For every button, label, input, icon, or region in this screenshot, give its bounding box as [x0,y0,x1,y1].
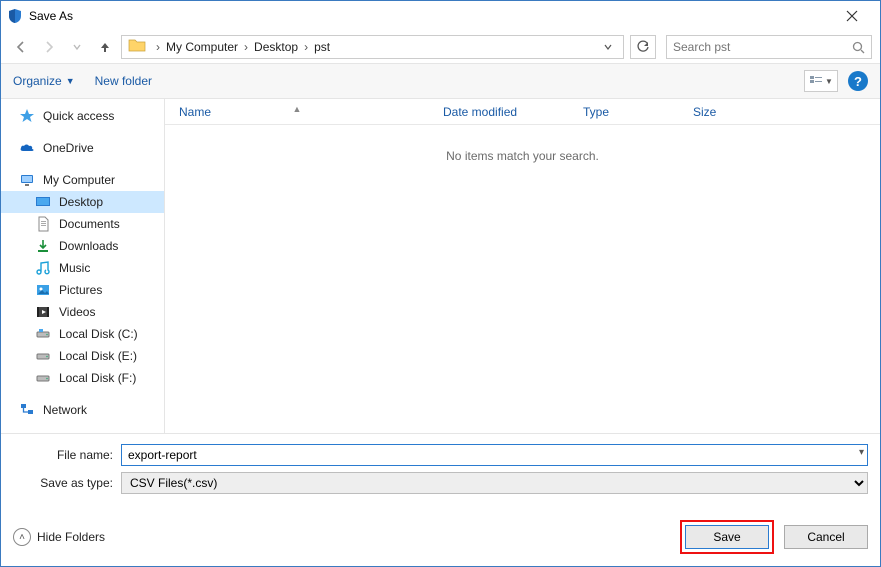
drive-icon [35,348,51,364]
footer: ˄ Hide Folders Save Cancel [1,506,880,566]
back-button[interactable] [9,35,33,59]
sidebar-label: OneDrive [43,141,94,155]
search-input[interactable] [673,40,852,54]
sidebar-label: Local Disk (C:) [59,327,138,341]
sidebar-label: Music [59,261,90,275]
column-headers: ▲ Name Date modified Type Size [165,99,880,125]
chevron-up-icon: ˄ [13,528,31,546]
sidebar-label: Local Disk (E:) [59,349,137,363]
crumb-mycomputer[interactable]: My Computer [164,40,240,54]
music-icon [35,260,51,276]
saveastype-select[interactable]: CSV Files(*.csv) [121,472,868,494]
forward-button[interactable] [37,35,61,59]
chevron-down-icon: ▼ [66,76,75,86]
sidebar-disk-c[interactable]: Local Disk (C:) [1,323,164,345]
help-button[interactable]: ? [848,71,868,91]
cancel-button[interactable]: Cancel [784,525,868,549]
chevron-right-icon[interactable]: › [300,40,312,54]
saveastype-label: Save as type: [13,476,121,490]
hide-folders-button[interactable]: ˄ Hide Folders [13,528,105,546]
sidebar-disk-f[interactable]: Local Disk (F:) [1,367,164,389]
view-options-button[interactable]: ▼ [804,70,838,92]
empty-message: No items match your search. [165,125,880,433]
drive-icon [35,370,51,386]
filename-label: File name: [13,448,121,462]
close-button[interactable] [830,2,874,30]
nav-row: › My Computer › Desktop › pst [1,31,880,63]
sidebar-quick-access[interactable]: Quick access [1,105,164,127]
titlebar: Save As [1,1,880,31]
toolbar: Organize ▼ New folder ▼ ? [1,63,880,99]
sidebar-mycomputer[interactable]: My Computer [1,169,164,191]
sidebar-label: Downloads [59,239,118,253]
sidebar-desktop[interactable]: Desktop [1,191,164,213]
sidebar-label: Desktop [59,195,103,209]
sort-asc-icon: ▲ [293,104,302,114]
new-folder-button[interactable]: New folder [95,74,152,88]
cloud-icon [19,140,35,156]
folder-icon [128,37,148,57]
col-date[interactable]: Date modified [429,105,569,119]
sidebar-label: Local Disk (F:) [59,371,136,385]
monitor-icon [19,172,35,188]
sidebar-music[interactable]: Music [1,257,164,279]
star-icon [19,108,35,124]
sidebar-pictures[interactable]: Pictures [1,279,164,301]
sidebar-label: Documents [59,217,120,231]
address-bar[interactable]: › My Computer › Desktop › pst [121,35,624,59]
sidebar-network[interactable]: Network [1,399,164,421]
sidebar-documents[interactable]: Documents [1,213,164,235]
chevron-right-icon[interactable]: › [152,40,164,54]
refresh-button[interactable] [630,35,656,59]
recent-dropdown[interactable] [65,35,89,59]
sidebar-onedrive[interactable]: OneDrive [1,137,164,159]
filename-input[interactable] [121,444,868,466]
crumb-pst[interactable]: pst [312,40,332,54]
save-as-dialog: Save As › My Computer › Desktop › pst [0,0,881,567]
document-icon [35,216,51,232]
sidebar-label: Quick access [43,109,114,123]
organize-label: Organize [13,74,62,88]
up-button[interactable] [93,35,117,59]
search-box[interactable] [666,35,872,59]
sidebar-label: Pictures [59,283,102,297]
save-button[interactable]: Save [685,525,769,549]
sidebar-label: Videos [59,305,95,319]
drive-icon [35,326,51,342]
col-name[interactable]: ▲ Name [165,105,429,119]
file-list-area: ▲ Name Date modified Type Size No items … [165,99,880,433]
sidebar-videos[interactable]: Videos [1,301,164,323]
download-icon [35,238,51,254]
col-size[interactable]: Size [679,105,759,119]
pictures-icon [35,282,51,298]
sidebar-disk-e[interactable]: Local Disk (E:) [1,345,164,367]
sidebar-label: My Computer [43,173,115,187]
window-title: Save As [29,9,830,23]
save-highlight: Save [680,520,774,554]
hide-folders-label: Hide Folders [37,530,105,544]
sidebar-label: Network [43,403,87,417]
address-dropdown-icon[interactable] [603,42,621,52]
video-icon [35,304,51,320]
nav-pane: Quick access OneDrive My Computer Deskto… [1,99,165,433]
body: Quick access OneDrive My Computer Deskto… [1,99,880,433]
col-name-label: Name [179,105,211,119]
app-icon [7,8,23,24]
chevron-right-icon[interactable]: › [240,40,252,54]
col-type[interactable]: Type [569,105,679,119]
bottom-pane: File name: ▾ Save as type: CSV Files(*.c… [1,433,880,506]
organize-menu[interactable]: Organize ▼ [13,74,75,88]
sidebar-downloads[interactable]: Downloads [1,235,164,257]
crumb-desktop[interactable]: Desktop [252,40,300,54]
desktop-icon [35,194,51,210]
network-icon [19,402,35,418]
chevron-down-icon: ▼ [825,77,833,86]
search-icon [852,41,865,54]
